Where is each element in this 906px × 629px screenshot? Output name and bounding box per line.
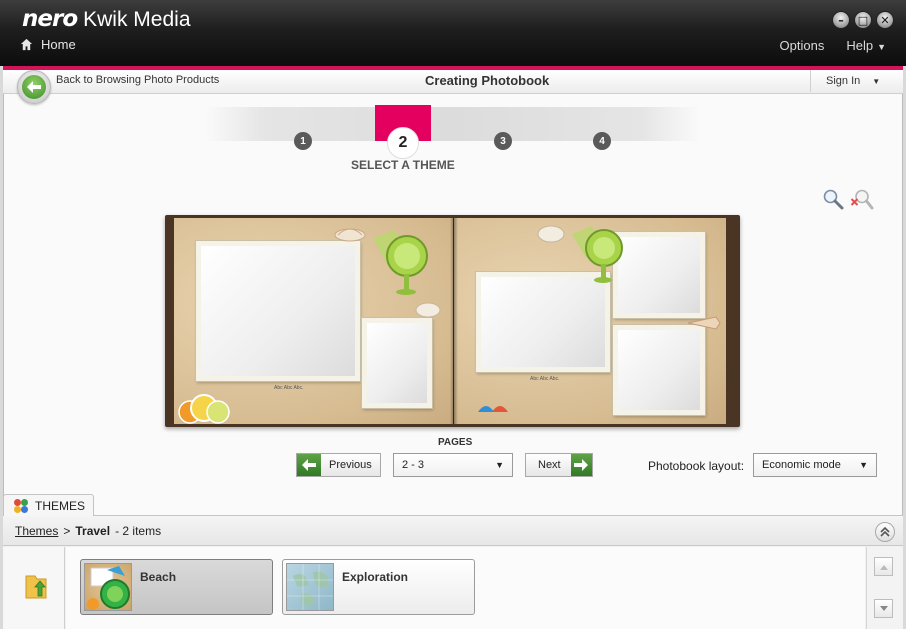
previous-button[interactable]: Previous	[296, 453, 381, 477]
chevron-down-icon: ▼	[859, 460, 868, 470]
photobook-layout-label: Photobook layout:	[648, 459, 745, 473]
home-link[interactable]: Home	[20, 37, 76, 52]
photo-frame[interactable]	[613, 325, 705, 415]
close-icon[interactable]: ✕	[876, 11, 894, 29]
seashell-decoration	[687, 316, 721, 330]
stepper-track	[205, 107, 700, 141]
seashell-decoration	[537, 225, 565, 243]
seashell-decoration	[334, 228, 366, 242]
back-button[interactable]	[17, 70, 51, 104]
step-label: SELECT A THEME	[351, 158, 455, 172]
top-menu: Options Help ▼	[780, 38, 886, 53]
folder-up-icon[interactable]	[24, 574, 48, 600]
collapse-button[interactable]	[875, 522, 895, 542]
chevron-up-icon	[879, 564, 888, 570]
zoom-reset-icon[interactable]	[850, 188, 874, 210]
exploration-thumbnail	[286, 563, 334, 611]
sign-in-label: Sign In	[826, 75, 861, 87]
scroll-down-button[interactable]	[874, 599, 893, 618]
step-4[interactable]: 4	[593, 132, 611, 150]
citrus-slices-decoration	[178, 394, 230, 424]
layout-select-value: Economic mode	[762, 459, 841, 471]
breadcrumb-themes[interactable]: Themes	[15, 524, 58, 538]
breadcrumb-separator: >	[63, 524, 71, 538]
home-icon	[20, 38, 33, 51]
back-link[interactable]: Back to Browsing Photo Products	[56, 74, 219, 86]
step-3[interactable]: 3	[494, 132, 512, 150]
beach-thumbnail	[84, 563, 132, 611]
chevron-down-icon: ▼	[495, 460, 504, 470]
product-name: Kwik Media	[83, 8, 191, 31]
double-chevron-up-icon	[880, 527, 890, 537]
page-title: Creating Photobook	[425, 73, 550, 88]
help-label: Help	[846, 38, 874, 53]
scroll-up-button[interactable]	[874, 557, 893, 576]
chevron-down-icon: ▼	[872, 76, 881, 86]
app-logo: nero Kwik Media	[22, 6, 191, 32]
photo-frame[interactable]	[196, 241, 360, 381]
theme-name: Exploration	[342, 570, 409, 584]
chevron-down-icon	[879, 605, 888, 611]
maximize-icon[interactable]: □	[854, 11, 872, 29]
seashell-decoration	[415, 302, 441, 318]
item-count: - 2 items	[115, 524, 162, 538]
window-controls: – □ ✕	[832, 11, 894, 29]
breadcrumb-travel: Travel	[75, 524, 111, 538]
cocktail-glass-decoration	[373, 230, 428, 295]
back-arrow-icon	[22, 75, 46, 99]
left-page[interactable]: Abc Abc Abc.	[174, 218, 453, 424]
theme-item-beach[interactable]: Beach	[80, 559, 273, 615]
theme-name: Beach	[140, 570, 177, 584]
next-label: Next	[538, 459, 561, 471]
right-page[interactable]: Abc Abc Abc.	[454, 218, 726, 424]
chevron-down-icon: ▼	[877, 42, 886, 52]
photo-frame[interactable]	[362, 318, 432, 408]
page-caption: Abc Abc Abc.	[530, 376, 560, 382]
brand-name: nero	[22, 6, 78, 32]
step-2[interactable]: 2	[387, 127, 419, 159]
theme-item-exploration[interactable]: Exploration	[282, 559, 475, 615]
arrow-left-icon	[297, 454, 321, 476]
home-label: Home	[41, 37, 76, 52]
cocktail-glass-decoration	[572, 226, 623, 283]
page-select-value: 2 - 3	[402, 459, 425, 471]
beach-umbrella-decoration	[478, 406, 508, 412]
arrow-right-icon	[570, 454, 592, 476]
themes-icon	[14, 498, 28, 513]
book-spine	[450, 218, 458, 424]
page-caption: Abc Abc Abc.	[274, 385, 304, 391]
zoom-in-icon[interactable]	[822, 188, 844, 210]
help-menu[interactable]: Help ▼	[846, 38, 886, 53]
previous-label: Previous	[329, 459, 372, 471]
pages-label: PAGES	[438, 437, 473, 448]
minimize-icon[interactable]: –	[832, 11, 850, 29]
step-1[interactable]: 1	[294, 132, 312, 150]
next-button[interactable]: Next	[525, 453, 593, 477]
page-select[interactable]: 2 - 3 ▼	[393, 453, 513, 477]
themes-tab-label: THEMES	[35, 498, 86, 513]
options-menu[interactable]: Options	[780, 38, 825, 53]
tab-themes[interactable]: THEMES	[3, 494, 94, 516]
breadcrumb: Themes > Travel - 2 items	[15, 524, 161, 538]
photobook-layout-select[interactable]: Economic mode ▼	[753, 453, 877, 477]
sign-in-dropdown[interactable]: Sign In ▼	[810, 70, 903, 92]
photobook-preview[interactable]: Abc Abc Abc. Abc Abc Abc.	[165, 215, 740, 427]
